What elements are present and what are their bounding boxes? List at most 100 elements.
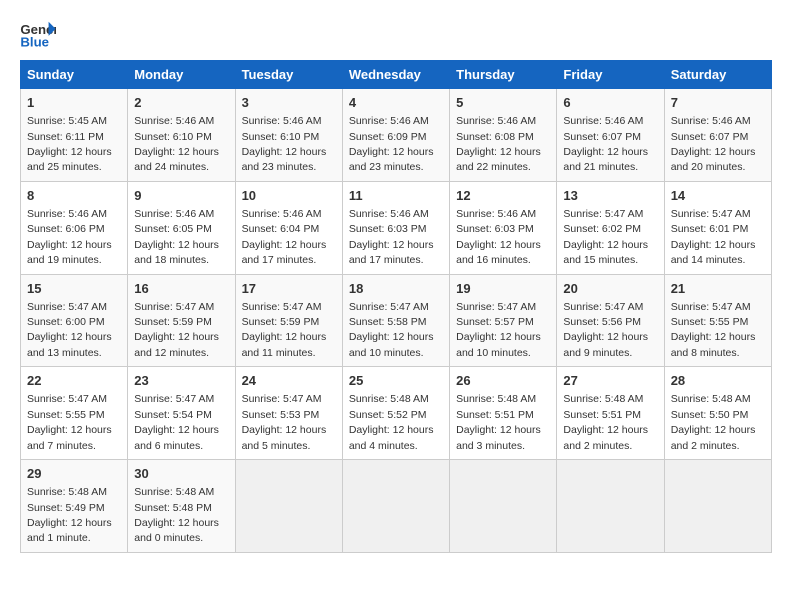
day-info: Sunrise: 5:47 AMSunset: 5:54 PMDaylight:… <box>134 393 219 451</box>
day-number: 4 <box>349 94 443 112</box>
day-info: Sunrise: 5:48 AMSunset: 5:50 PMDaylight:… <box>671 393 756 451</box>
table-row: 21 Sunrise: 5:47 AMSunset: 5:55 PMDayligh… <box>664 274 771 367</box>
table-row <box>235 460 342 553</box>
day-number: 19 <box>456 280 550 298</box>
day-number: 1 <box>27 94 121 112</box>
day-of-week-header: Thursday <box>450 61 557 89</box>
table-row: 20Sunrise: 5:47 AMSunset: 5:56 PMDayligh… <box>557 274 664 367</box>
table-row: 6 Sunrise: 5:46 AMSunset: 6:07 PMDaylight… <box>557 89 664 182</box>
table-row: 1 Sunrise: 5:45 AMSunset: 6:11 PMDaylight… <box>21 89 128 182</box>
day-info: Sunrise: 5:47 AMSunset: 5:59 PMDaylight:… <box>242 301 327 359</box>
table-row: 19 Sunrise: 5:47 AMSunset: 5:57 PMDayligh… <box>450 274 557 367</box>
table-row <box>557 460 664 553</box>
table-row: 27 Sunrise: 5:48 AMSunset: 5:51 PMDayligh… <box>557 367 664 460</box>
table-row: 11 Sunrise: 5:46 AMSunset: 6:03 PMDayligh… <box>342 181 449 274</box>
calendar-week-row: 29 Sunrise: 5:48 AMSunset: 5:49 PMDayligh… <box>21 460 772 553</box>
day-of-week-header: Tuesday <box>235 61 342 89</box>
day-info: Sunrise: 5:46 AMSunset: 6:04 PMDaylight:… <box>242 208 327 266</box>
calendar-table: SundayMondayTuesdayWednesdayThursdayFrid… <box>20 60 772 553</box>
day-info: Sunrise: 5:46 AMSunset: 6:06 PMDaylight:… <box>27 208 112 266</box>
table-row: 15Sunrise: 5:47 AMSunset: 6:00 PMDayligh… <box>21 274 128 367</box>
table-row <box>450 460 557 553</box>
logo-icon: General Blue <box>20 20 56 50</box>
day-info: Sunrise: 5:46 AMSunset: 6:07 PMDaylight:… <box>563 115 648 173</box>
day-info: Sunrise: 5:48 AMSunset: 5:51 PMDaylight:… <box>563 393 648 451</box>
day-number: 13 <box>563 187 657 205</box>
logo: General Blue <box>20 20 60 50</box>
table-row: 10 Sunrise: 5:46 AMSunset: 6:04 PMDayligh… <box>235 181 342 274</box>
table-row <box>342 460 449 553</box>
day-number: 8 <box>27 187 121 205</box>
day-number: 7 <box>671 94 765 112</box>
day-number: 23 <box>134 372 228 390</box>
table-row: 18 Sunrise: 5:47 AMSunset: 5:58 PMDayligh… <box>342 274 449 367</box>
day-number: 20 <box>563 280 657 298</box>
day-number: 22 <box>27 372 121 390</box>
day-info: Sunrise: 5:46 AMSunset: 6:08 PMDaylight:… <box>456 115 541 173</box>
day-number: 17 <box>242 280 336 298</box>
table-row: 4 Sunrise: 5:46 AMSunset: 6:09 PMDaylight… <box>342 89 449 182</box>
day-number: 16 <box>134 280 228 298</box>
svg-text:Blue: Blue <box>20 34 49 49</box>
day-number: 10 <box>242 187 336 205</box>
day-number: 3 <box>242 94 336 112</box>
calendar-week-row: 22 Sunrise: 5:47 AMSunset: 5:55 PMDayligh… <box>21 367 772 460</box>
table-row: 29 Sunrise: 5:48 AMSunset: 5:49 PMDayligh… <box>21 460 128 553</box>
day-info: Sunrise: 5:47 AMSunset: 5:55 PMDaylight:… <box>671 301 756 359</box>
day-number: 29 <box>27 465 121 483</box>
table-row: 17 Sunrise: 5:47 AMSunset: 5:59 PMDayligh… <box>235 274 342 367</box>
day-number: 14 <box>671 187 765 205</box>
page-header: General Blue <box>20 20 772 50</box>
day-info: Sunrise: 5:47 AMSunset: 5:58 PMDaylight:… <box>349 301 434 359</box>
day-of-week-header: Sunday <box>21 61 128 89</box>
day-number: 6 <box>563 94 657 112</box>
day-of-week-header: Friday <box>557 61 664 89</box>
table-row: 26Sunrise: 5:48 AMSunset: 5:51 PMDayligh… <box>450 367 557 460</box>
day-info: Sunrise: 5:46 AMSunset: 6:05 PMDaylight:… <box>134 208 219 266</box>
table-row: 7 Sunrise: 5:46 AMSunset: 6:07 PMDaylight… <box>664 89 771 182</box>
day-number: 26 <box>456 372 550 390</box>
table-row: 2 Sunrise: 5:46 AMSunset: 6:10 PMDaylight… <box>128 89 235 182</box>
day-number: 18 <box>349 280 443 298</box>
day-number: 21 <box>671 280 765 298</box>
day-info: Sunrise: 5:46 AMSunset: 6:03 PMDaylight:… <box>349 208 434 266</box>
day-of-week-header: Monday <box>128 61 235 89</box>
table-row: 30 Sunrise: 5:48 AMSunset: 5:48 PMDayligh… <box>128 460 235 553</box>
table-row: 14 Sunrise: 5:47 AMSunset: 6:01 PMDayligh… <box>664 181 771 274</box>
table-row: 8 Sunrise: 5:46 AMSunset: 6:06 PMDaylight… <box>21 181 128 274</box>
day-info: Sunrise: 5:47 AMSunset: 5:57 PMDaylight:… <box>456 301 541 359</box>
day-info: Sunrise: 5:46 AMSunset: 6:07 PMDaylight:… <box>671 115 756 173</box>
day-info: Sunrise: 5:48 AMSunset: 5:48 PMDaylight:… <box>134 486 219 544</box>
day-number: 5 <box>456 94 550 112</box>
table-row <box>664 460 771 553</box>
day-of-week-header: Wednesday <box>342 61 449 89</box>
table-row: 28 Sunrise: 5:48 AMSunset: 5:50 PMDayligh… <box>664 367 771 460</box>
day-number: 2 <box>134 94 228 112</box>
day-number: 30 <box>134 465 228 483</box>
day-number: 27 <box>563 372 657 390</box>
day-number: 9 <box>134 187 228 205</box>
table-row: 13Sunrise: 5:47 AMSunset: 6:02 PMDayligh… <box>557 181 664 274</box>
day-info: Sunrise: 5:46 AMSunset: 6:10 PMDaylight:… <box>134 115 219 173</box>
calendar-week-row: 1 Sunrise: 5:45 AMSunset: 6:11 PMDaylight… <box>21 89 772 182</box>
day-number: 25 <box>349 372 443 390</box>
table-row: 5 Sunrise: 5:46 AMSunset: 6:08 PMDaylight… <box>450 89 557 182</box>
table-row: 25 Sunrise: 5:48 AMSunset: 5:52 PMDayligh… <box>342 367 449 460</box>
day-info: Sunrise: 5:48 AMSunset: 5:49 PMDaylight:… <box>27 486 112 544</box>
table-row: 23 Sunrise: 5:47 AMSunset: 5:54 PMDayligh… <box>128 367 235 460</box>
day-info: Sunrise: 5:48 AMSunset: 5:52 PMDaylight:… <box>349 393 434 451</box>
calendar-week-row: 8 Sunrise: 5:46 AMSunset: 6:06 PMDaylight… <box>21 181 772 274</box>
day-number: 28 <box>671 372 765 390</box>
day-info: Sunrise: 5:47 AMSunset: 5:55 PMDaylight:… <box>27 393 112 451</box>
table-row: 24Sunrise: 5:47 AMSunset: 5:53 PMDayligh… <box>235 367 342 460</box>
day-info: Sunrise: 5:47 AMSunset: 6:01 PMDaylight:… <box>671 208 756 266</box>
day-info: Sunrise: 5:45 AMSunset: 6:11 PMDaylight:… <box>27 115 112 173</box>
day-number: 12 <box>456 187 550 205</box>
day-info: Sunrise: 5:46 AMSunset: 6:09 PMDaylight:… <box>349 115 434 173</box>
day-of-week-header: Saturday <box>664 61 771 89</box>
day-info: Sunrise: 5:46 AMSunset: 6:03 PMDaylight:… <box>456 208 541 266</box>
calendar-header-row: SundayMondayTuesdayWednesdayThursdayFrid… <box>21 61 772 89</box>
day-number: 24 <box>242 372 336 390</box>
table-row: 12 Sunrise: 5:46 AMSunset: 6:03 PMDayligh… <box>450 181 557 274</box>
day-number: 11 <box>349 187 443 205</box>
